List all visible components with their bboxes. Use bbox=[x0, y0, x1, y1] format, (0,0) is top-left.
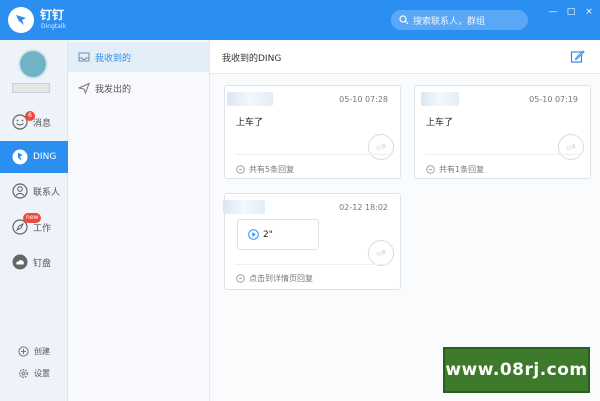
ding-card[interactable]: 02-12 18:02 2" 已读 点击到详情页回复 bbox=[223, 193, 401, 290]
ding-icon bbox=[11, 148, 29, 166]
site-watermark: www.08rj.com bbox=[443, 347, 590, 393]
inbox-icon bbox=[78, 52, 90, 62]
card-time: 05-10 07:28 bbox=[339, 95, 388, 104]
reply-count-label: 共有5条回复 bbox=[249, 165, 295, 174]
reply-count[interactable]: 共有1条回复 bbox=[426, 164, 484, 175]
search-icon bbox=[399, 15, 409, 25]
plus-circle-icon bbox=[18, 346, 29, 357]
submenu-item-received[interactable]: 我收到的 bbox=[68, 42, 209, 72]
nav-label-contacts: 联系人 bbox=[33, 187, 61, 198]
comment-icon bbox=[426, 165, 435, 174]
new-badge: new bbox=[23, 213, 42, 223]
main-header: 我收到的DING bbox=[210, 40, 600, 74]
comment-icon bbox=[236, 274, 245, 283]
submenu-label-sent: 我发出的 bbox=[95, 84, 132, 95]
nav-item-ding[interactable]: DING bbox=[0, 141, 68, 173]
app-subtitle: Dingtalk bbox=[41, 23, 67, 30]
card-text: 上车了 bbox=[236, 118, 264, 128]
minimize-button[interactable]: — bbox=[548, 7, 558, 17]
read-stamp-icon: 已读 bbox=[554, 130, 588, 164]
voice-message[interactable]: 2" bbox=[237, 219, 319, 250]
contact-icon bbox=[11, 182, 29, 200]
nav-label-drive: 钉盘 bbox=[33, 258, 52, 269]
edit-icon[interactable] bbox=[570, 49, 585, 64]
title-bar: 钉钉 Dingtalk 搜索联系人，群组 — □ × bbox=[0, 0, 600, 40]
settings-label: 设置 bbox=[34, 369, 50, 378]
maximize-button[interactable]: □ bbox=[566, 7, 576, 17]
ding-card[interactable]: 05-10 07:28 上车了 已读 共有5条回复 bbox=[224, 85, 401, 179]
avatar[interactable] bbox=[18, 49, 48, 79]
settings-button[interactable]: 设置 bbox=[18, 368, 50, 379]
card-divider bbox=[235, 154, 390, 155]
reply-count-label: 共有1条回复 bbox=[439, 165, 485, 174]
submenu-label-received: 我收到的 bbox=[95, 53, 132, 64]
dingtalk-logo-icon bbox=[8, 7, 34, 33]
nav-item-contacts[interactable]: 联系人 bbox=[0, 175, 68, 207]
card-divider bbox=[235, 264, 390, 265]
card-time: 02-12 18:02 bbox=[339, 203, 388, 212]
play-icon bbox=[248, 229, 259, 240]
comment-icon bbox=[236, 165, 245, 174]
page-title: 我收到的DING bbox=[222, 54, 282, 64]
unread-badge: 6 bbox=[25, 111, 35, 121]
gear-icon bbox=[19, 369, 28, 378]
search-input[interactable]: 搜索联系人，群组 bbox=[391, 10, 528, 30]
reply-link[interactable]: 点击到详情页回复 bbox=[236, 273, 313, 284]
nav-item-messages[interactable]: 6 消息 bbox=[0, 106, 68, 138]
main-nav: 6 消息 DING 联系人 new 工作 钉盘 创建 设置 bbox=[0, 40, 68, 401]
nav-item-work[interactable]: new 工作 bbox=[0, 211, 68, 243]
sender-name-blurred bbox=[227, 92, 273, 106]
sender-name-blurred bbox=[223, 200, 265, 214]
card-time: 05-10 07:19 bbox=[529, 95, 578, 104]
watermark-text: www.08rj.com bbox=[445, 360, 588, 380]
window-controls: — □ × bbox=[548, 7, 594, 17]
app-title: 钉钉 bbox=[40, 8, 65, 22]
reply-link-label: 点击到详情页回复 bbox=[249, 274, 313, 283]
reply-count[interactable]: 共有5条回复 bbox=[236, 164, 294, 175]
nav-item-drive[interactable]: 钉盘 bbox=[0, 246, 68, 278]
read-stamp-icon: 已读 bbox=[364, 130, 398, 164]
sender-name-blurred bbox=[421, 92, 459, 106]
search-placeholder: 搜索联系人，群组 bbox=[413, 16, 486, 27]
create-label: 创建 bbox=[34, 347, 50, 356]
card-text: 上车了 bbox=[426, 118, 454, 128]
submenu-item-sent[interactable]: 我发出的 bbox=[68, 73, 209, 103]
send-icon bbox=[78, 82, 90, 94]
ding-submenu: 我收到的 我发出的 bbox=[68, 40, 210, 401]
create-button[interactable]: 创建 bbox=[18, 346, 50, 357]
ding-card[interactable]: 05-10 07:19 上车了 已读 共有1条回复 bbox=[414, 85, 591, 179]
voice-duration: 2" bbox=[263, 229, 273, 240]
nav-label-messages: 消息 bbox=[33, 118, 52, 129]
nav-label-ding: DING bbox=[33, 152, 57, 162]
card-divider bbox=[425, 154, 580, 155]
cloud-icon bbox=[11, 253, 29, 271]
close-button[interactable]: × bbox=[584, 7, 594, 17]
user-name-blurred bbox=[12, 83, 50, 93]
